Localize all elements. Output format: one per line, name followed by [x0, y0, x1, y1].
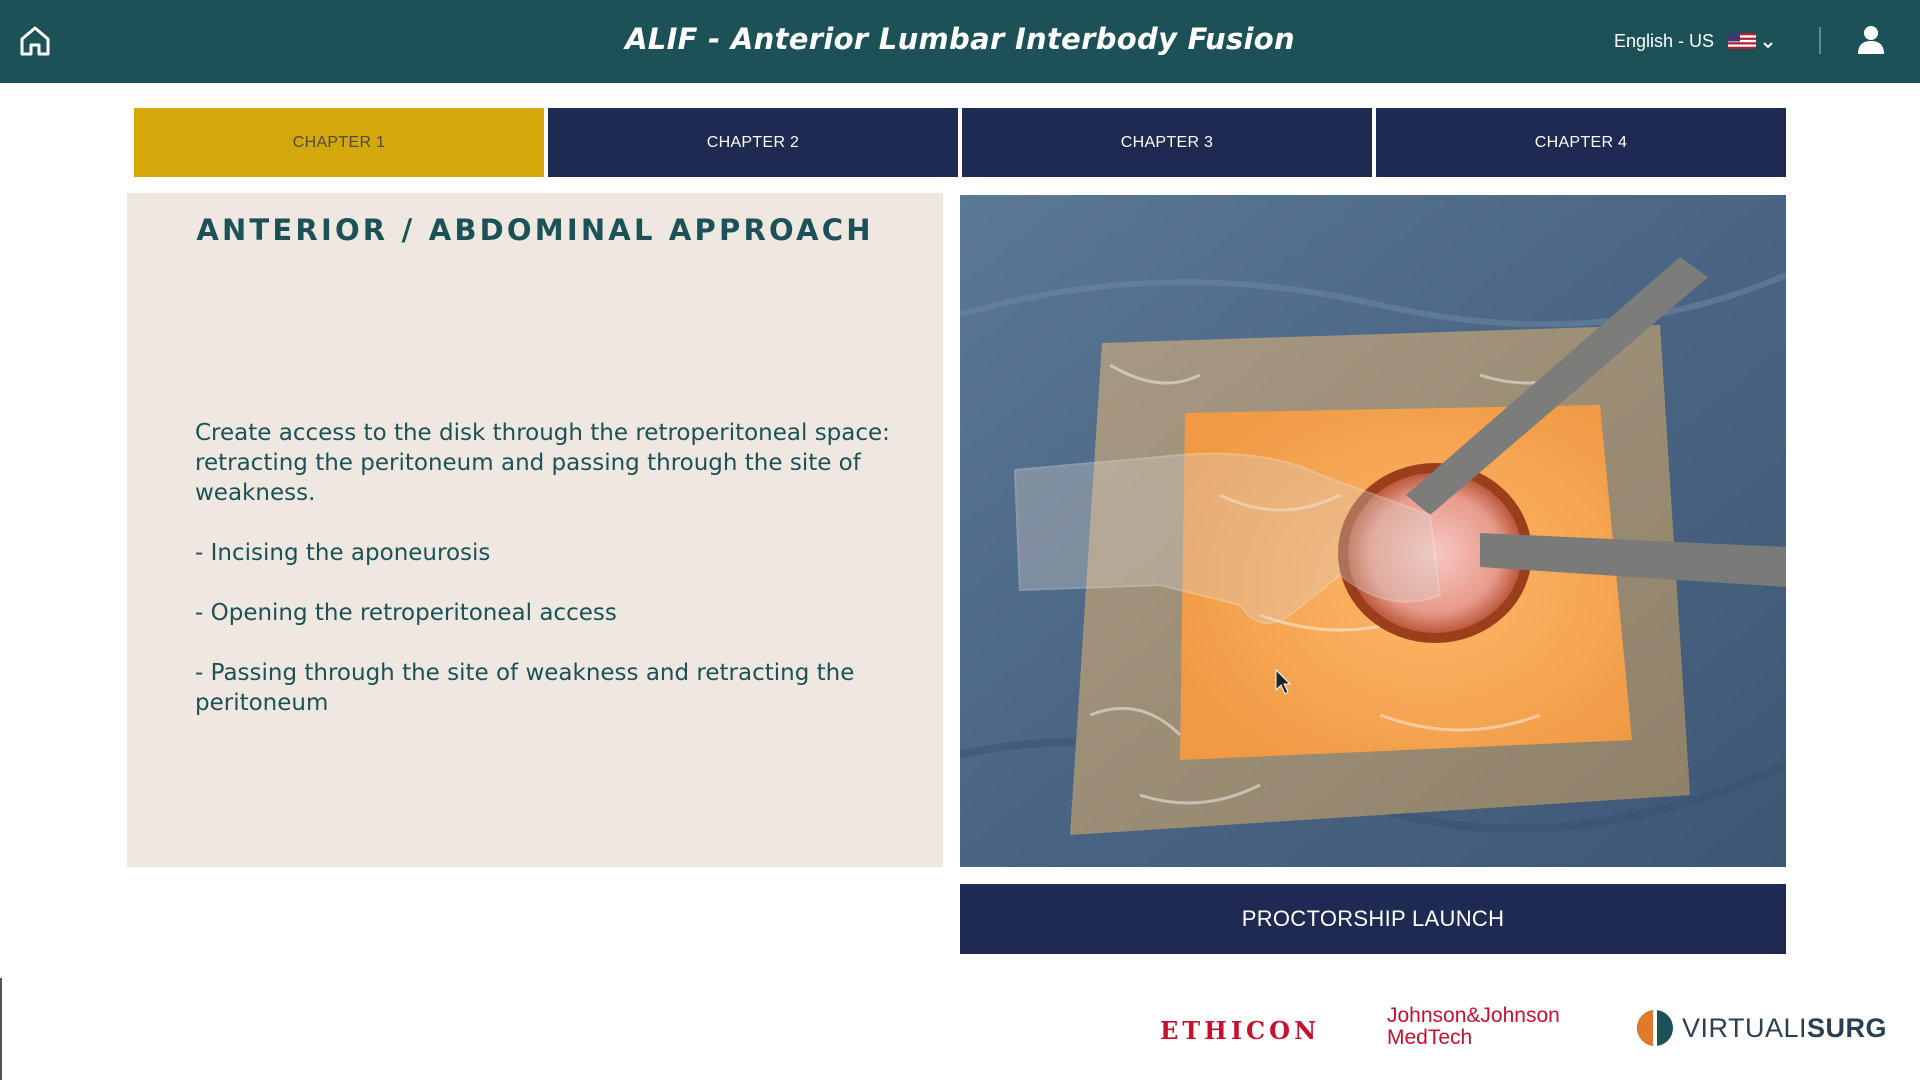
description-text: Create access to the disk through the re… — [195, 418, 915, 748]
step-item: - Opening the retroperitoneal access — [195, 600, 617, 626]
chapter-tabs: CHAPTER 1 CHAPTER 2 CHAPTER 3 CHAPTER 4 — [134, 108, 1786, 177]
jnj-logo-line-1: Johnson&Johnson — [1387, 1004, 1560, 1027]
tab-chapter-2[interactable]: CHAPTER 2 — [548, 108, 958, 177]
virtualisurg-logo: VIRTUALISURG — [1636, 1008, 1887, 1048]
johnson-johnson-medtech-logo: Johnson&Johnson MedTech — [1387, 1005, 1560, 1049]
virtualisurg-wordmark: VIRTUALISURG — [1682, 1013, 1887, 1044]
virtualisurg-wordmark-bold: SURG — [1807, 1012, 1888, 1043]
tab-chapter-3[interactable]: CHAPTER 3 — [962, 108, 1372, 177]
description-panel: ANTERIOR / ABDOMINAL APPROACH Create acc… — [127, 193, 943, 867]
description-paragraph: Create access to the disk through the re… — [195, 420, 890, 506]
header-divider — [1819, 27, 1821, 54]
virtualisurg-wordmark-light: VIRTUALI — [1682, 1012, 1808, 1043]
section-title: ANTERIOR / ABDOMINAL APPROACH — [196, 213, 874, 247]
tab-chapter-1[interactable]: CHAPTER 1 — [134, 108, 544, 177]
us-flag-icon — [1728, 33, 1757, 49]
proctorship-launch-button[interactable]: PROCTORSHIP LAUNCH — [960, 884, 1786, 954]
user-icon[interactable] — [1856, 24, 1886, 56]
footer-edge — [0, 978, 2, 1080]
language-selector[interactable]: English - US — [1614, 28, 1774, 54]
footer — [0, 978, 1920, 1080]
step-item: - Passing through the site of weakness a… — [195, 660, 855, 716]
jnj-logo-line-2: MedTech — [1387, 1026, 1473, 1049]
step-item: - Incising the aponeurosis — [195, 540, 491, 566]
virtualisurg-mark-icon — [1637, 1010, 1673, 1046]
ethicon-logo: ETHICON — [1160, 1016, 1320, 1045]
tab-chapter-4[interactable]: CHAPTER 4 — [1376, 108, 1786, 177]
top-bar: ALIF - Anterior Lumbar Interbody Fusion … — [0, 0, 1920, 83]
chevron-down-icon — [1762, 35, 1774, 49]
surgery-simulation-view[interactable] — [960, 195, 1786, 867]
language-label: English - US — [1614, 30, 1715, 51]
